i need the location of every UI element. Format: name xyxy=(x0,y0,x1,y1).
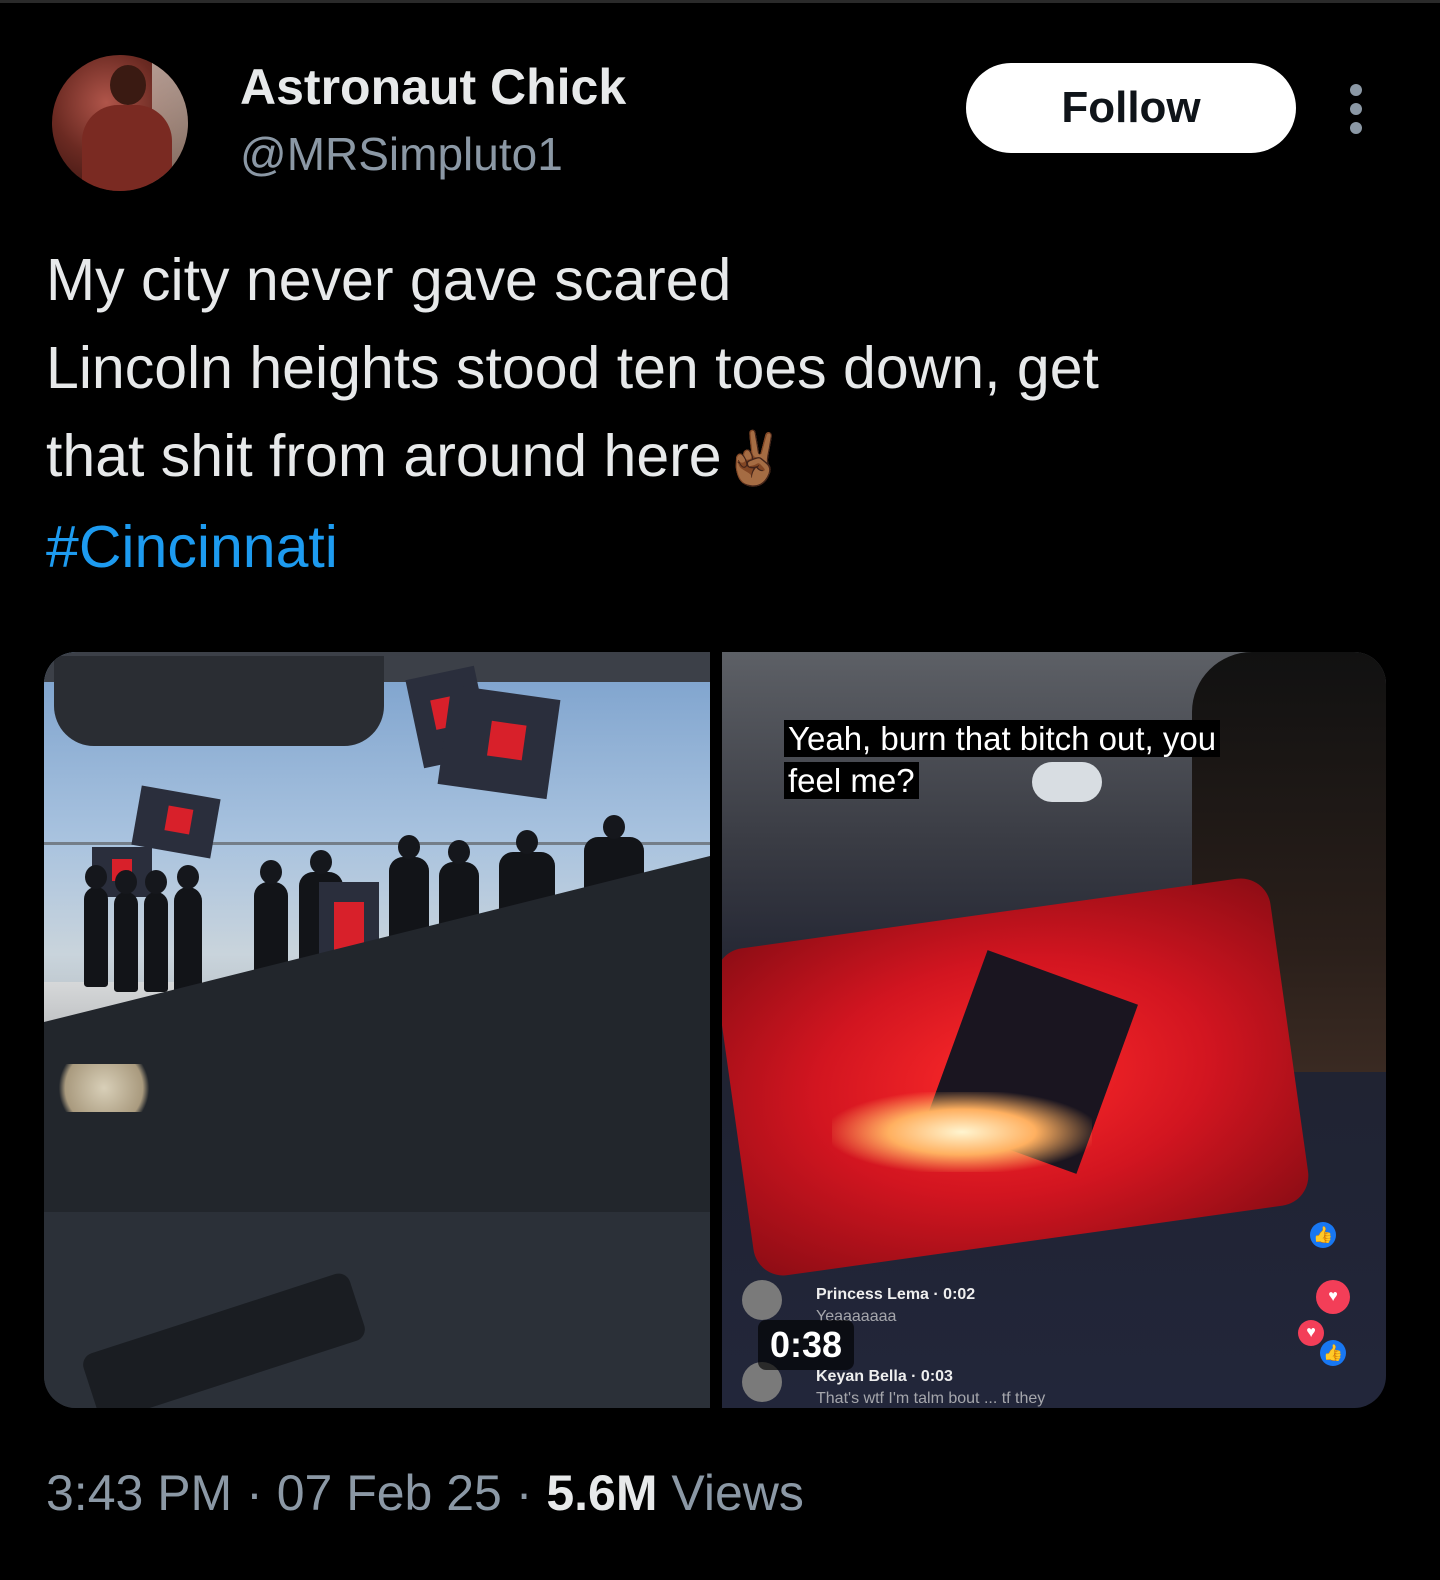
tweet-time[interactable]: 3:43 PM xyxy=(46,1465,232,1521)
meta-separator: · xyxy=(246,1465,263,1521)
heart-reaction-icon: ♥ xyxy=(1316,1280,1350,1314)
media-divider xyxy=(710,652,722,1408)
comment-text: That's wtf I'm talm bout ... tf they xyxy=(816,1390,1046,1407)
flame xyxy=(832,1092,1092,1172)
hashtag-link[interactable]: #Cincinnati xyxy=(46,503,1386,591)
tweet-date[interactable]: 07 Feb 25 xyxy=(277,1465,502,1521)
video-duration-badge: 0:38 xyxy=(758,1320,855,1370)
more-vertical-icon[interactable] xyxy=(1338,84,1374,134)
tweet-meta: 3:43 PM · 07 Feb 25 · 5.6M Views xyxy=(46,1464,804,1522)
more-dot xyxy=(1350,84,1362,96)
person xyxy=(84,865,108,987)
media-grid: Yeah, burn that bitch out, you feel me? … xyxy=(44,652,1386,1408)
person xyxy=(114,870,138,992)
avatar-figure-body xyxy=(82,105,172,191)
like-reaction-icon: 👍 xyxy=(1310,1222,1336,1248)
heart-reaction-icon: ♥ xyxy=(1298,1320,1324,1346)
person xyxy=(174,865,202,997)
like-reaction-icon: 👍 xyxy=(1320,1340,1346,1366)
author-handle[interactable]: @MRSimpluto1 xyxy=(240,127,563,181)
author-avatar[interactable] xyxy=(52,55,188,191)
flag-mark xyxy=(164,805,194,835)
tweet-text: My city never gave scared Lincoln height… xyxy=(46,236,1386,591)
live-reactions: 👍 ♥ ♥ 👍 xyxy=(1298,1212,1362,1372)
views-label: Views xyxy=(671,1465,804,1521)
tweet-line: My city never gave scared xyxy=(46,247,732,313)
person xyxy=(144,870,168,992)
more-dot xyxy=(1350,103,1362,115)
more-dot xyxy=(1350,122,1362,134)
flag-mark xyxy=(487,720,527,761)
top-divider xyxy=(0,0,1440,3)
dried-flowers xyxy=(44,1064,164,1112)
tweet-line-with-emoji: that shit from around here✌🏾 xyxy=(46,412,1386,503)
flag xyxy=(437,684,561,800)
victory-hand-emoji: ✌🏾 xyxy=(721,430,787,488)
caption-text: Yeah, burn that bitch out, you feel me? xyxy=(784,720,1221,799)
video-right[interactable]: Yeah, burn that bitch out, you feel me? … xyxy=(722,652,1386,1408)
tweet-line: that shit from around here xyxy=(46,423,722,489)
commenter-name: Keyan Bella · 0:03 xyxy=(816,1368,953,1385)
commenter-avatar xyxy=(742,1280,782,1320)
rearview-mirror xyxy=(54,656,384,746)
avatar-figure-head xyxy=(110,65,146,105)
meta-separator: · xyxy=(515,1465,533,1521)
author-display-name[interactable]: Astronaut Chick xyxy=(240,58,626,116)
photo-left[interactable] xyxy=(44,652,710,1408)
tweet-line: Lincoln heights stood ten toes down, get xyxy=(46,335,1099,401)
views-count[interactable]: 5.6M xyxy=(546,1465,657,1521)
video-caption: Yeah, burn that bitch out, you feel me? xyxy=(784,718,1264,802)
follow-button[interactable]: Follow xyxy=(966,63,1296,153)
commenter-name: Princess Lema · 0:02 xyxy=(816,1286,976,1303)
